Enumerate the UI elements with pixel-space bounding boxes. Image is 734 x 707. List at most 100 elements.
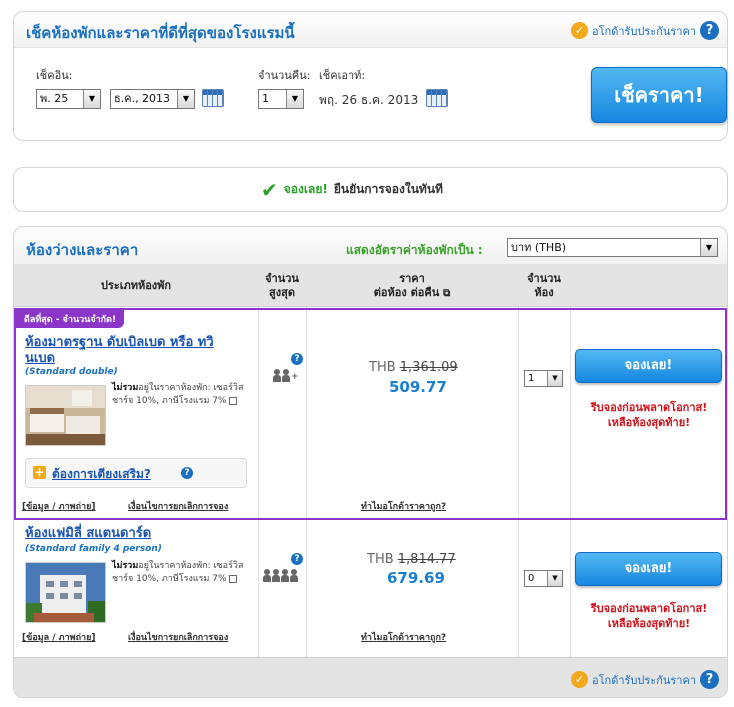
occupancy-icon [263,569,298,582]
room-photo-image [26,563,105,622]
currency-label: แสดงอัตราค่าห้องพักเป็น : [346,243,483,257]
check-price-button[interactable]: เช็คราคา! [591,67,727,123]
nights-label: จำนวนคืน: [258,69,311,82]
nights-select[interactable]: 1 ▼ [258,89,304,109]
chevron-down-icon: ▼ [700,239,717,256]
person-icon [273,369,281,382]
rooms-footer: ✓ อโกด้ารับประกันราคา ? [14,657,727,697]
currency-value: บาท (THB) [511,241,567,254]
room-qty-select[interactable]: 0 ▼ [524,570,563,587]
checkmark-badge-icon: ✓ [571,671,589,688]
header-price: ราคา ต่อห้อง ต่อคืน ⧉ [306,265,518,307]
room-subtitle: (Standard double) [25,367,118,377]
extra-bed-link[interactable]: ต้องการเตียงเสริม? [52,465,151,484]
header-room-qty: จำนวน ห้อง [518,265,570,307]
currency-select[interactable]: บาท (THB) ▼ [507,238,718,257]
calendar-icon[interactable] [202,89,224,107]
room-photo-image [26,386,105,445]
price-guarantee-label: อโกด้ารับประกันราคา [592,673,696,687]
best-deal-ribbon: ดีลที่สุด - จำนวนจำกัด! [16,310,125,328]
rooms-panel-header: ห้องว่างและราคา แสดงอัตราค่าห้องพักเป็น … [14,227,727,265]
popup-icon[interactable] [229,396,238,405]
rooms-table-header: ประเภทห้องพัก จำนวน สูงสุด ราคา ต่อห้อง … [14,265,727,307]
search-panel-header: เช็คห้องพักและราคาที่ดีที่สุดของโรงแรมนี… [14,12,727,48]
room-qty-value: 0 [528,573,535,584]
room-name-link[interactable]: ห้องมาตรฐาน ดับเบิลเบด หรือ ทวิ นเบด [25,335,250,367]
urgency-message: รีบจองก่อนพลาดโอกาส! เหลือห้องสุดท้าย! [569,601,727,631]
price-original: THB 1,361.09 [369,360,458,375]
checkin-label: เช็คอิน: [36,69,73,82]
room-name-link[interactable]: ห้องแฟมิลี่ สแตนดาร์ด [25,526,151,542]
book-now-text: จองเลย! [283,182,328,196]
header-qty-line1: จำนวน [527,272,561,285]
header-max-occupancy: จำนวน สูงสุด [258,265,306,307]
price-original: THB 1,814.77 [367,552,456,567]
room-name-line2: นเบด [25,351,56,366]
price-guarantee[interactable]: ✓ อโกด้ารับประกันราคา ? [571,21,719,40]
info-photos-link[interactable]: [ข้อมูล / ภาพถ่าย] [22,499,96,513]
note-bold: ไม่รวม [112,561,139,571]
search-title: เช็คห้องพักและราคาที่ดีที่สุดของโรงแรมนี… [26,24,295,42]
price-exclusion-note: ไม่รวมอยู่ในราคาห้องพัก: เซอร์วิสชาร์จ 1… [112,560,252,586]
calendar-icon[interactable] [426,89,448,107]
search-panel: เช็คห้องพักและราคาที่ดีที่สุดของโรงแรมนี… [13,11,728,141]
help-icon[interactable]: ? [291,353,303,365]
person-icon [290,569,298,582]
discount-price: 679.69 [387,569,445,587]
urgency-line1: รีบจองก่อนพลาดโอกาส! [590,602,708,615]
price-guarantee[interactable]: ✓ อโกด้ารับประกันราคา ? [571,670,719,689]
room-qty-select[interactable]: 1 ▼ [524,370,563,387]
chevron-down-icon: ▼ [547,571,562,586]
book-now-button[interactable]: จองเลย! [575,349,722,383]
urgency-line2: เหลือห้องสุดท้าย! [607,416,691,429]
why-cheap-link[interactable]: ทำไมอโกด้าราคาถูก? [361,630,446,644]
checkmark-badge-icon: ✓ [571,22,589,39]
info-photos-label: ข้อมูล / ภาพถ่าย [26,502,92,512]
price-guarantee-label: อโกด้ารับประกันราคา [592,24,696,38]
popup-icon[interactable] [229,574,238,583]
room-row-family: ห้องแฟมิลี่ สแตนดาร์ด (Standard family 4… [14,522,727,656]
room-row-standard-double: ดีลที่สุด - จำนวนจำกัด! ห้องมาตรฐาน ดับเ… [14,308,727,520]
extra-bed-box: + ต้องการเตียงเสริม? ? [25,458,247,488]
checkin-day-value: พ. 25 [40,92,69,105]
confirmation-text: ยืนยันการจองในทันที [333,182,443,196]
help-icon[interactable]: ? [700,21,719,40]
plus-icon[interactable]: + [33,466,46,479]
urgency-line2: เหลือห้องสุดท้าย! [607,617,691,630]
popup-icon[interactable]: ⧉ [443,288,450,299]
urgency-message: รีบจองก่อนพลาดโอกาส! เหลือห้องสุดท้าย! [569,400,727,430]
person-icon [263,569,271,582]
checkout-date: พฤ. 26 ธ.ค. 2013 [319,93,419,107]
help-icon[interactable]: ? [181,467,193,479]
cancellation-policy-link[interactable]: เงื่อนไขการยกเลิกการจอง [128,630,228,644]
header-occupancy-line1: จำนวน [265,272,299,285]
person-icon [282,369,290,382]
room-photo[interactable] [25,562,106,623]
old-price: 1,814.77 [397,552,456,567]
occupancy-icon: + [273,369,299,382]
info-photos-link[interactable]: [ข้อมูล / ภาพถ่าย] [22,630,96,644]
header-price-line2: ต่อห้อง ต่อคืน [373,285,440,299]
person-icon [272,569,280,582]
header-occupancy-line2: สูงสุด [269,286,295,299]
chevron-down-icon: ▼ [177,90,194,108]
info-photos-label: ข้อมูล / ภาพถ่าย [26,633,92,643]
book-now-button[interactable]: จองเลย! [575,552,722,586]
nights-value: 1 [262,92,269,105]
rooms-panel: ห้องว่างและราคา แสดงอัตราค่าห้องพักเป็น … [13,226,728,698]
person-icon [281,569,289,582]
currency-code: THB [367,552,394,567]
help-icon[interactable]: ? [700,670,719,689]
header-price-line1: ราคา [399,271,425,285]
why-cheap-link[interactable]: ทำไมอโกด้าราคาถูก? [361,499,446,513]
header-qty-line2: ห้อง [534,286,554,299]
checkin-month-select[interactable]: ธ.ค., 2013 ▼ [110,89,195,109]
checkin-month-value: ธ.ค., 2013 [114,92,171,105]
cancellation-policy-link[interactable]: เงื่อนไขการยกเลิกการจอง [128,499,228,513]
room-photo[interactable] [25,385,106,446]
discount-price: 509.77 [389,378,447,396]
checkin-day-select[interactable]: พ. 25 ▼ [36,89,101,109]
room-subtitle: (Standard family 4 person) [25,544,162,554]
rooms-title: ห้องว่างและราคา [26,241,139,259]
help-icon[interactable]: ? [291,553,303,565]
